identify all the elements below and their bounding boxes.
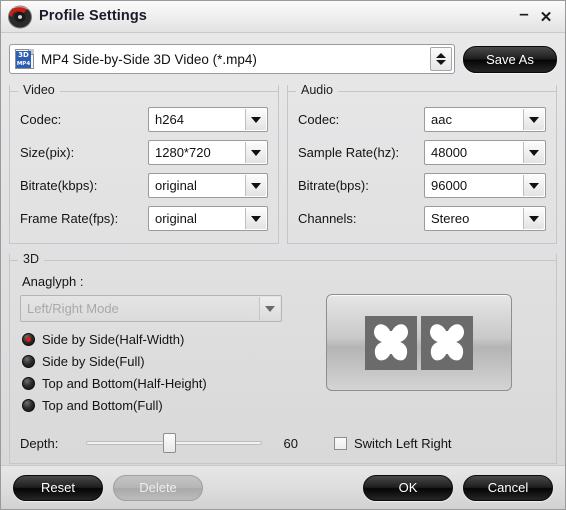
- audio-channels-value: Stereo: [431, 211, 470, 226]
- profile-settings-window: Profile Settings – ✕ 3D MP4 MP4 Side-by-…: [0, 0, 566, 510]
- video-framerate-value: original: [155, 211, 197, 226]
- anaglyph-mode-value: Left/Right Mode: [27, 301, 119, 316]
- save-as-button[interactable]: Save As: [463, 45, 557, 73]
- butterfly-icon: [373, 323, 409, 360]
- audio-bitrate-value: 96000: [431, 178, 468, 193]
- icon-badge-3d: 3D: [16, 51, 31, 60]
- disc-logo-icon: [7, 5, 33, 29]
- delete-button: Delete: [113, 474, 203, 501]
- window-title: Profile Settings: [39, 8, 147, 24]
- radio-button-icon[interactable]: [22, 355, 35, 368]
- depth-slider-thumb[interactable]: [163, 433, 176, 453]
- audio-codec-field: Codec: aac: [298, 103, 546, 136]
- video-size-combo[interactable]: 1280*720: [148, 140, 268, 165]
- preview-right-eye: [421, 315, 473, 370]
- mp4-3d-file-icon: 3D MP4: [15, 49, 34, 69]
- audio-bitrate-combo[interactable]: 96000: [424, 173, 546, 198]
- close-icon[interactable]: ✕: [535, 6, 557, 28]
- threed-group: 3D Anaglyph : Left/Right Mode Side by Si…: [9, 252, 557, 464]
- video-size-value: 1280*720: [155, 145, 211, 160]
- depth-label: Depth:: [20, 435, 59, 451]
- chevron-down-icon[interactable]: [523, 175, 544, 196]
- chevron-down-icon[interactable]: [523, 142, 544, 163]
- minimize-button[interactable]: –: [513, 4, 535, 28]
- video-bitrate-value: original: [155, 178, 197, 193]
- audio-channels-combo[interactable]: Stereo: [424, 206, 546, 231]
- video-framerate-combo[interactable]: original: [148, 206, 268, 231]
- ok-button[interactable]: OK: [363, 474, 453, 501]
- radio-button-icon[interactable]: [22, 333, 35, 346]
- audio-samplerate-value: 48000: [431, 145, 468, 160]
- switch-left-right-label: Switch Left Right: [354, 435, 452, 451]
- depth-row: Depth: 60 Switch Left Right: [20, 433, 546, 453]
- video-bitrate-combo[interactable]: original: [148, 173, 268, 198]
- radio-top-and-bottom-full[interactable]: Top and Bottom(Full): [20, 395, 302, 416]
- chevron-down-icon[interactable]: [245, 142, 266, 163]
- side-by-side-butterfly-preview: [326, 294, 512, 391]
- video-group: Video Codec: h264 Size(pix): 1280*720 Bi…: [9, 83, 279, 244]
- audio-group-title: Audio: [301, 83, 333, 97]
- audio-samplerate-combo[interactable]: 48000: [424, 140, 546, 165]
- butterfly-icon: [429, 323, 465, 360]
- profile-format-combo[interactable]: 3D MP4 MP4 Side-by-Side 3D Video (*.mp4): [9, 44, 455, 74]
- footer-bar: Reset Delete OK Cancel: [1, 465, 565, 509]
- radio-button-icon[interactable]: [22, 399, 35, 412]
- audio-samplerate-label: Sample Rate(hz):: [298, 145, 400, 160]
- threed-mode-radio-group: Side by Side(Half-Width) Side by Side(Fu…: [20, 329, 302, 416]
- cancel-button[interactable]: Cancel: [463, 474, 553, 501]
- chevron-down-icon[interactable]: [245, 208, 266, 229]
- switch-left-right-row[interactable]: Switch Left Right: [334, 436, 452, 451]
- chevron-down-icon[interactable]: [523, 208, 544, 229]
- audio-codec-value: aac: [431, 112, 452, 127]
- chevron-down-icon[interactable]: [245, 109, 266, 130]
- video-bitrate-label: Bitrate(kbps):: [20, 178, 98, 193]
- chevron-down-icon[interactable]: [523, 109, 544, 130]
- video-size-label: Size(pix):: [20, 145, 75, 160]
- video-codec-combo[interactable]: h264: [148, 107, 268, 132]
- audio-bitrate-label: Bitrate(bps):: [298, 178, 369, 193]
- icon-badge-mp4: MP4: [16, 60, 31, 68]
- profile-selector-row: 3D MP4 MP4 Side-by-Side 3D Video (*.mp4)…: [9, 41, 557, 77]
- radio-side-by-side-full[interactable]: Side by Side(Full): [20, 351, 302, 372]
- radio-label: Side by Side(Half-Width): [42, 332, 185, 347]
- title-bar: Profile Settings – ✕: [1, 1, 565, 33]
- depth-slider[interactable]: [86, 433, 262, 453]
- radio-label: Top and Bottom(Full): [42, 398, 163, 413]
- audio-channels-field: Channels: Stereo: [298, 202, 546, 235]
- reset-button[interactable]: Reset: [13, 474, 103, 501]
- radio-label: Side by Side(Full): [42, 354, 145, 369]
- depth-value: 60: [283, 435, 298, 451]
- radio-top-and-bottom-half-height[interactable]: Top and Bottom(Half-Height): [20, 373, 302, 394]
- audio-bitrate-field: Bitrate(bps): 96000: [298, 169, 546, 202]
- audio-channels-label: Channels:: [298, 211, 357, 226]
- anaglyph-label: Anaglyph :: [22, 274, 84, 289]
- video-framerate-label: Frame Rate(fps):: [20, 211, 119, 226]
- radio-label: Top and Bottom(Half-Height): [42, 376, 207, 391]
- video-size-field: Size(pix): 1280*720: [20, 136, 268, 169]
- audio-samplerate-field: Sample Rate(hz): 48000: [298, 136, 546, 169]
- up-down-spinner-icon[interactable]: [430, 47, 452, 71]
- video-codec-field: Codec: h264: [20, 103, 268, 136]
- audio-codec-combo[interactable]: aac: [424, 107, 546, 132]
- video-audio-row: Video Codec: h264 Size(pix): 1280*720 Bi…: [9, 83, 557, 244]
- profile-format-value: MP4 Side-by-Side 3D Video (*.mp4): [41, 51, 257, 67]
- audio-group: Audio Codec: aac Sample Rate(hz): 48000 …: [287, 83, 557, 244]
- chevron-down-icon[interactable]: [245, 175, 266, 196]
- chevron-down-icon[interactable]: [259, 297, 280, 320]
- video-group-title: Video: [23, 83, 55, 97]
- preview-left-eye: [365, 315, 417, 370]
- video-bitrate-field: Bitrate(kbps): original: [20, 169, 268, 202]
- video-framerate-field: Frame Rate(fps): original: [20, 202, 268, 235]
- radio-button-icon[interactable]: [22, 377, 35, 390]
- audio-codec-label: Codec:: [298, 112, 340, 127]
- threed-group-title: 3D: [23, 252, 39, 266]
- radio-side-by-side-half-width[interactable]: Side by Side(Half-Width): [20, 329, 302, 350]
- video-codec-value: h264: [155, 112, 184, 127]
- video-codec-label: Codec:: [20, 112, 62, 127]
- switch-left-right-checkbox[interactable]: [334, 436, 347, 450]
- anaglyph-mode-combo[interactable]: Left/Right Mode: [20, 295, 282, 322]
